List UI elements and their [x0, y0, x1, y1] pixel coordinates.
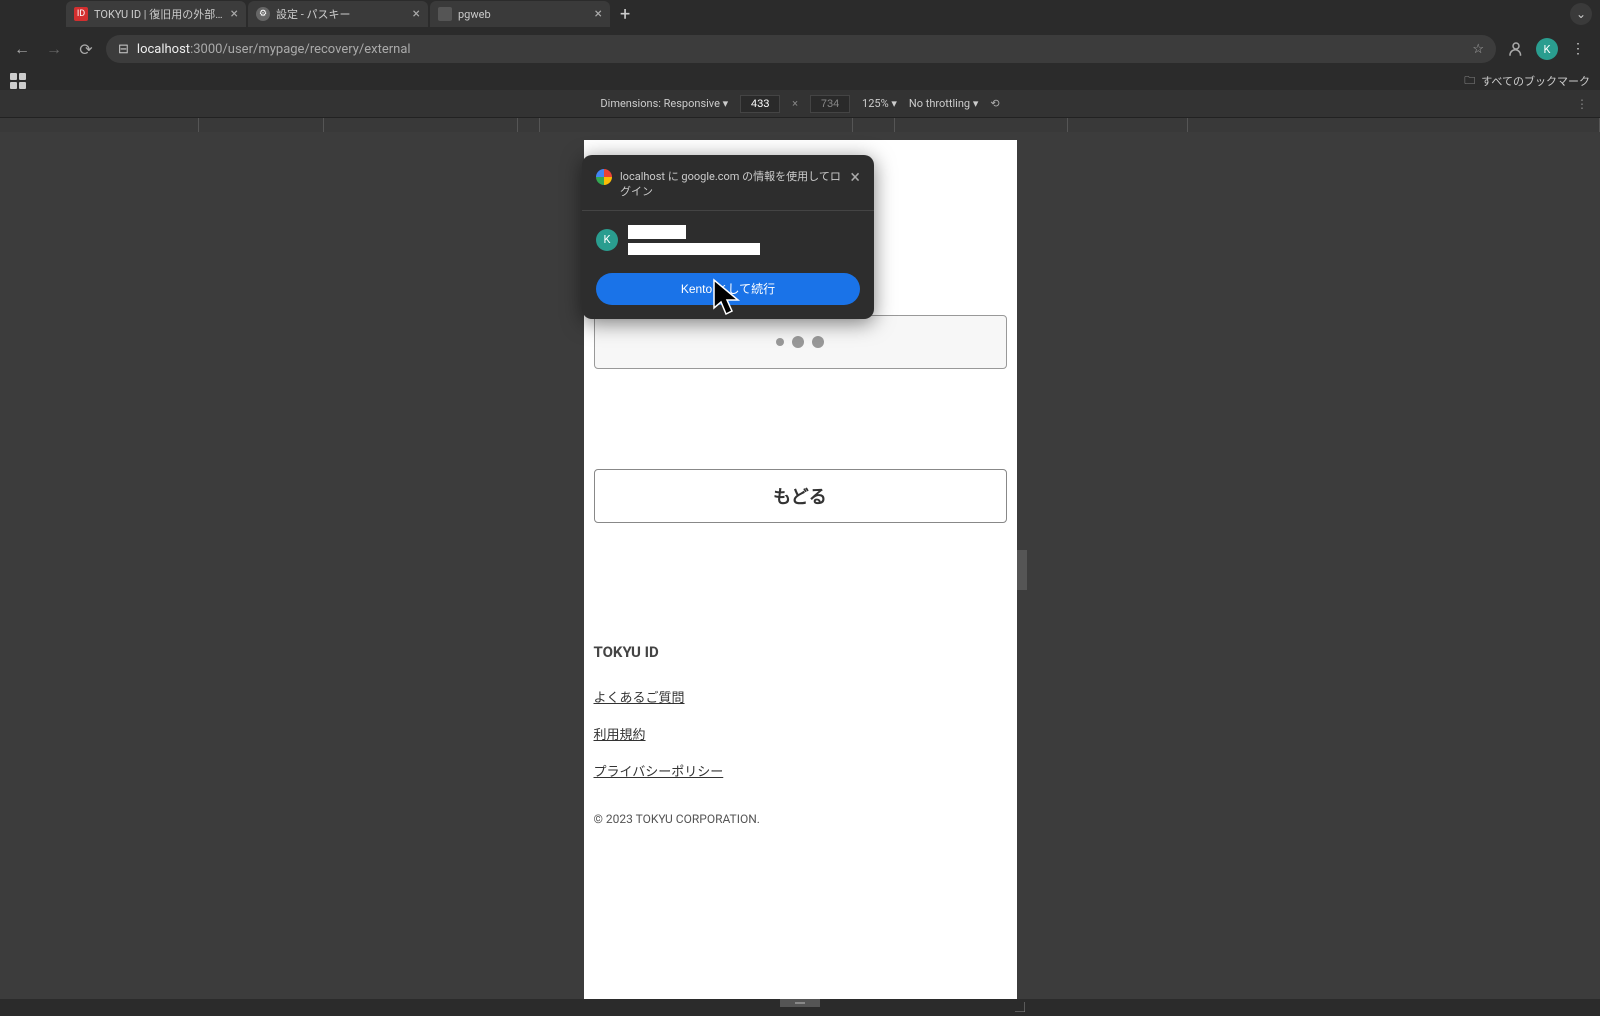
- gear-icon: ⚙: [256, 7, 270, 21]
- reload-icon[interactable]: ⟳: [74, 37, 98, 61]
- faq-link[interactable]: よくあるご質問: [594, 687, 1007, 706]
- folder-icon: 🗀: [1464, 72, 1475, 91]
- resize-handle-right[interactable]: [1017, 550, 1027, 590]
- privacy-link[interactable]: プライバシーポリシー: [594, 761, 1007, 780]
- footer-title: TOKYU ID: [594, 643, 1007, 661]
- close-icon[interactable]: ×: [595, 6, 602, 22]
- more-icon[interactable]: ⋮: [1576, 97, 1588, 111]
- profile-avatar[interactable]: K: [1536, 38, 1558, 60]
- new-tab-button[interactable]: +: [612, 4, 638, 25]
- account-email-redacted: [628, 243, 760, 255]
- site-info-icon[interactable]: ⊟: [118, 42, 129, 57]
- multiply-icon: ×: [792, 97, 798, 110]
- loading-indicator: [594, 315, 1007, 369]
- height-input[interactable]: [810, 95, 850, 113]
- person-icon[interactable]: [1504, 37, 1528, 61]
- divider: [582, 210, 874, 211]
- tab-title: TOKYU ID | 復旧用の外部ID連携: [94, 6, 225, 22]
- dimensions-dropdown[interactable]: Dimensions: Responsive ▾: [600, 97, 728, 110]
- browser-tab-3[interactable]: pgweb ×: [430, 1, 610, 27]
- close-icon[interactable]: ×: [850, 169, 860, 187]
- browser-tab-2[interactable]: ⚙ 設定 - パスキー ×: [248, 1, 428, 27]
- account-avatar: K: [596, 229, 618, 251]
- google-signin-popup: localhost に google.com の情報を使用してログイン × K …: [582, 155, 874, 319]
- tab-favicon-blank: [438, 7, 452, 21]
- menu-dots-icon[interactable]: ⋮: [1566, 37, 1590, 61]
- page-footer: TOKYU ID よくあるご質問 利用規約 プライバシーポリシー © 2023 …: [594, 643, 1007, 826]
- all-bookmarks-label[interactable]: すべてのブックマーク: [1481, 73, 1590, 89]
- throttling-dropdown[interactable]: No throttling ▾: [909, 97, 978, 110]
- star-icon[interactable]: ☆: [1472, 42, 1484, 57]
- width-input[interactable]: [740, 95, 780, 113]
- terms-link[interactable]: 利用規約: [594, 724, 1007, 743]
- apps-icon[interactable]: [10, 73, 26, 89]
- url-bar[interactable]: ⊟ localhost:3000/user/mypage/recovery/ex…: [106, 35, 1496, 63]
- popup-header-text: localhost に google.com の情報を使用してログイン: [620, 169, 842, 200]
- url-path: /user/mypage/recovery/external: [222, 42, 410, 57]
- close-icon[interactable]: ×: [413, 6, 420, 22]
- back-button[interactable]: もどる: [594, 469, 1007, 523]
- browser-tab-1[interactable]: ID TOKYU ID | 復旧用の外部ID連携 ×: [66, 1, 246, 27]
- zoom-dropdown[interactable]: 125% ▾: [862, 97, 897, 110]
- resize-handle-bottom[interactable]: [780, 999, 820, 1007]
- dot-icon: [812, 336, 824, 348]
- nav-bar: ← → ⟳ ⊟ localhost:3000/user/mypage/recov…: [0, 28, 1600, 70]
- url-port: :3000: [190, 42, 222, 57]
- url-host: localhost: [137, 42, 190, 57]
- account-name-redacted: [628, 225, 686, 239]
- tab-favicon-id: ID: [74, 7, 88, 21]
- close-icon[interactable]: ×: [231, 6, 238, 22]
- back-nav-icon[interactable]: ←: [10, 37, 34, 61]
- forward-nav-icon[interactable]: →: [42, 37, 66, 61]
- continue-button[interactable]: Kento として続行: [596, 273, 860, 305]
- ruler: [0, 118, 1600, 132]
- browser-chrome: ID TOKYU ID | 復旧用の外部ID連携 × ⚙ 設定 - パスキー ×…: [0, 0, 1600, 90]
- google-icon: [596, 169, 612, 185]
- dot-icon: [776, 338, 784, 346]
- tab-title: pgweb: [458, 8, 589, 21]
- bookmark-bar: 🗀 すべてのブックマーク: [0, 70, 1600, 92]
- rotate-icon[interactable]: ⟲: [990, 97, 999, 110]
- dot-icon: [792, 336, 804, 348]
- device-toolbar: Dimensions: Responsive ▾ × 125% ▾ No thr…: [0, 90, 1600, 118]
- tab-title: 設定 - パスキー: [276, 6, 407, 22]
- tab-bar: ID TOKYU ID | 復旧用の外部ID連携 × ⚙ 設定 - パスキー ×…: [0, 0, 1600, 28]
- account-row[interactable]: K: [596, 221, 860, 259]
- copyright: © 2023 TOKYU CORPORATION.: [594, 812, 1007, 826]
- chevron-down-icon[interactable]: ⌄: [1570, 3, 1592, 25]
